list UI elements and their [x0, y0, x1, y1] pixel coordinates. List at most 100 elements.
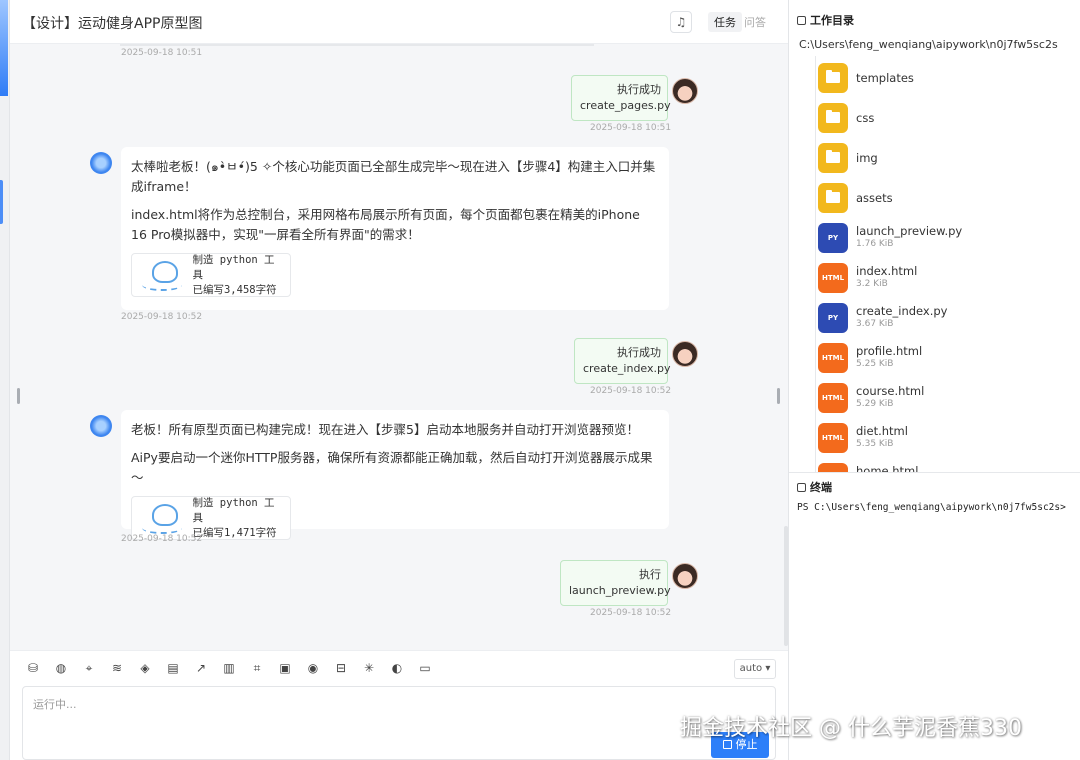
rail-active-marker[interactable]	[0, 180, 3, 224]
timestamp: 2025-09-18 10:51	[590, 123, 672, 133]
user-avatar	[672, 563, 698, 589]
server-icon[interactable]: ⊟	[334, 661, 348, 675]
tool-title: 制造 python 工具	[192, 496, 275, 524]
image-icon[interactable]: ▣	[278, 661, 292, 675]
timestamp: 2025-09-18 10:52	[121, 534, 203, 544]
file-name: home.html	[856, 464, 919, 472]
chart-icon[interactable]: ↗	[194, 661, 208, 675]
file-name: index.html	[856, 264, 918, 278]
bot-message-text: 老板！所有原型页面已构建完成！现在进入【步骤5】启动本地服务并自动打开浏览器预览…	[131, 422, 639, 437]
weibo-icon[interactable]: ◉	[306, 661, 320, 675]
folder-icon	[818, 63, 848, 93]
user-avatar	[672, 341, 698, 367]
file-item[interactable]: HTML profile.html 5.25 KiB	[818, 340, 1078, 376]
document-icon[interactable]: ▤	[166, 661, 180, 675]
sparkle-icon[interactable]: ✳	[362, 661, 376, 675]
file-item[interactable]: assets	[818, 180, 1078, 216]
user-message-line: launch_preview.py	[569, 584, 671, 597]
chat-pane: 【设计】运动健身APP原型图 ♫ 任务 问答 2025-09-18 10:51 …	[10, 0, 788, 760]
message-list[interactable]: 2025-09-18 10:51 执行成功 create_pages.py 20…	[10, 44, 788, 650]
folder-icon	[818, 143, 848, 173]
bot-message-text: index.html将作为总控制台，采用网格布局展示所有页面，每个页面都包裹在精…	[131, 207, 640, 242]
file-size: 5.25 KiB	[856, 359, 894, 369]
file-name: img	[856, 151, 878, 165]
file-item[interactable]: img	[818, 140, 1078, 176]
folder-icon	[818, 103, 848, 133]
file-name: templates	[856, 71, 914, 85]
chat-header: 【设计】运动健身APP原型图 ♫ 任务 问答	[10, 0, 788, 44]
watermark: 掘金技术社区 @ 什么芋泥香蕉330	[680, 716, 1022, 741]
file-name: css	[856, 111, 875, 125]
bot-message: 老板！所有原型页面已构建完成！现在进入【步骤5】启动本地服务并自动打开浏览器预览…	[121, 410, 669, 540]
file-item[interactable]: HTML course.html 5.29 KiB	[818, 380, 1078, 416]
file-size: 5.29 KiB	[856, 399, 894, 409]
prev-card-edge	[120, 44, 594, 46]
message-input[interactable]: 运行中...	[22, 686, 776, 760]
mode-select[interactable]: auto ▾	[734, 659, 776, 679]
palette-icon[interactable]: ◐	[390, 661, 404, 675]
workspace-path: C:\Users\feng_wenqiang\aipywork\n0j7fw5s…	[799, 38, 1058, 51]
folder-icon	[797, 16, 806, 25]
terminal-prompt[interactable]: PS C:\Users\feng_wenqiang\aipywork\n0j7f…	[797, 502, 1066, 513]
tool-card[interactable]: 制造 python 工具 已编写3,458字符	[131, 253, 291, 297]
timestamp: 2025-09-18 10:51	[121, 48, 203, 58]
folder-icon	[818, 183, 848, 213]
file-item[interactable]: PY create_index.py 3.67 KiB	[818, 300, 1078, 336]
user-message: 执行成功 create_index.py	[574, 338, 671, 384]
capture-icon[interactable]: ⌗	[250, 661, 264, 675]
file-name: profile.html	[856, 344, 923, 358]
terminal-header: 终端	[789, 472, 1080, 498]
database-icon[interactable]: ⛁	[26, 661, 40, 675]
resize-handle-left[interactable]	[17, 388, 20, 404]
globe-icon[interactable]: ◍	[54, 661, 68, 675]
file-size: 5.35 KiB	[856, 439, 894, 449]
html-file-icon: HTML	[818, 423, 848, 453]
input-area: 运行中... 停止	[10, 686, 788, 760]
tab-task[interactable]: 任务	[708, 12, 742, 32]
workspace-pane: 工作目录 C:\Users\feng_wenqiang\aipywork\n0j…	[788, 0, 1080, 760]
file-item[interactable]: templates	[818, 60, 1078, 96]
tag-icon[interactable]: ◈	[138, 661, 152, 675]
user-message-line: create_pages.py	[580, 99, 671, 112]
terminal-icon	[797, 483, 806, 492]
book-icon[interactable]: ▥	[222, 661, 236, 675]
tool-title: 制造 python 工具	[192, 253, 275, 281]
rail-gradient	[0, 0, 8, 96]
file-item[interactable]: HTML index.html 3.2 KiB	[818, 260, 1078, 296]
tab-ask[interactable]: 问答	[744, 14, 766, 30]
bot-avatar	[90, 152, 112, 174]
user-message-line: 执行	[639, 568, 661, 581]
user-avatar	[672, 78, 698, 104]
file-item[interactable]: HTML home.html	[818, 460, 1078, 472]
timestamp: 2025-09-18 10:52	[590, 386, 672, 396]
input-toolbar: ⛁ ◍ ⌖ ≋ ◈ ▤ ↗ ▥ ⌗ ▣ ◉ ⊟ ✳ ◐ ▭ auto ▾	[10, 650, 788, 686]
file-name: create_index.py	[856, 304, 948, 318]
signal-icon[interactable]: ≋	[110, 661, 124, 675]
html-file-icon: HTML	[818, 383, 848, 413]
file-name: assets	[856, 191, 893, 205]
html-file-icon: HTML	[818, 463, 848, 472]
file-item[interactable]: css	[818, 100, 1078, 136]
timestamp: 2025-09-18 10:52	[121, 312, 203, 322]
bot-message-text: AiPy要启动一个迷你HTTP服务器，确保所有资源都能正确加载，然后自动打开浏览…	[131, 450, 653, 485]
file-item[interactable]: PY launch_preview.py 1.76 KiB	[818, 220, 1078, 256]
python-file-icon: PY	[818, 223, 848, 253]
python-file-icon: PY	[818, 303, 848, 333]
location-icon[interactable]: ⌖	[82, 661, 96, 675]
file-size: 1.76 KiB	[856, 239, 894, 249]
octopus-icon	[140, 259, 184, 291]
workspace-title: 工作目录	[797, 12, 854, 28]
file-list[interactable]: templates css img assets PY launch_preview.py…	[815, 56, 1080, 472]
monitor-icon[interactable]: ▭	[418, 661, 432, 675]
terminal-title: 终端	[810, 481, 832, 494]
tool-subtitle: 已编写3,458字符	[192, 283, 277, 296]
tool-subtitle: 已编写1,471字符	[192, 526, 277, 539]
octopus-icon	[140, 502, 184, 534]
headphone-icon[interactable]: ♫	[670, 11, 692, 33]
user-message-line: 执行成功	[617, 346, 661, 359]
timestamp: 2025-09-18 10:52	[590, 608, 672, 618]
left-rail	[0, 0, 10, 760]
file-item[interactable]: HTML diet.html 5.35 KiB	[818, 420, 1078, 456]
user-message: 执行 launch_preview.py	[560, 560, 671, 606]
resize-handle-right[interactable]	[777, 388, 780, 404]
